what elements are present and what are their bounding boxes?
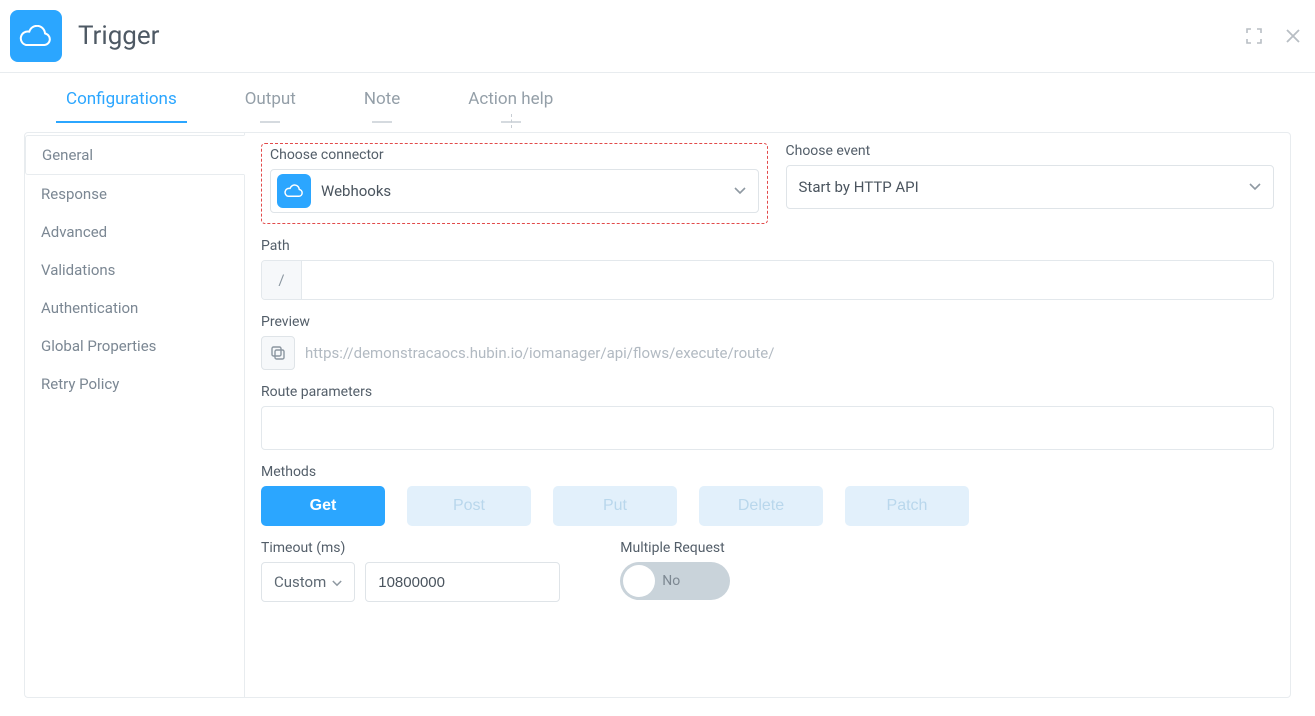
multiple-request-field: Multiple Request No bbox=[620, 540, 730, 602]
body: General Response Advanced Validations Au… bbox=[24, 132, 1291, 698]
timeout-field: Timeout (ms) Custom bbox=[261, 540, 560, 602]
connector-value: Webhooks bbox=[321, 182, 734, 200]
field-label: Path bbox=[261, 238, 1274, 254]
copy-icon bbox=[270, 345, 286, 361]
tab-note[interactable]: Note bbox=[354, 85, 410, 123]
field-label: Multiple Request bbox=[620, 540, 730, 556]
path-addon: / bbox=[262, 261, 302, 299]
tab-action-help[interactable]: Action help bbox=[458, 85, 563, 123]
field-label: Choose event bbox=[786, 143, 1275, 159]
method-put[interactable]: Put bbox=[553, 486, 677, 526]
header-actions bbox=[1245, 27, 1301, 45]
chevron-down-icon bbox=[1249, 179, 1261, 195]
tabs: Configurations Output Note Action help bbox=[0, 85, 1315, 124]
route-parameters-input[interactable] bbox=[261, 406, 1274, 450]
choose-connector-field: Choose connector Webhooks bbox=[261, 143, 768, 224]
header: Trigger bbox=[0, 0, 1315, 73]
sidebar: General Response Advanced Validations Au… bbox=[25, 133, 245, 697]
expand-icon[interactable] bbox=[1245, 27, 1263, 45]
sidebar-item-advanced[interactable]: Advanced bbox=[25, 213, 244, 251]
toggle-knob bbox=[623, 565, 655, 597]
event-select[interactable]: Start by HTTP API bbox=[786, 165, 1275, 209]
field-label: Timeout (ms) bbox=[261, 540, 560, 556]
sidebar-item-general[interactable]: General bbox=[25, 135, 245, 175]
timeout-mode-value: Custom bbox=[274, 573, 326, 591]
choose-event-field: Choose event Start by HTTP API bbox=[786, 143, 1275, 209]
event-value: Start by HTTP API bbox=[799, 178, 1250, 196]
preview-field: Preview https://demonstracaocs.hubin.io/… bbox=[261, 314, 1274, 370]
method-delete[interactable]: Delete bbox=[699, 486, 823, 526]
copy-button[interactable] bbox=[261, 336, 295, 370]
tab-label: Configurations bbox=[66, 89, 177, 109]
sidebar-item-response[interactable]: Response bbox=[25, 175, 244, 213]
cloud-icon bbox=[19, 25, 53, 47]
sidebar-item-label: General bbox=[42, 146, 93, 164]
app-cloud-icon bbox=[10, 10, 62, 62]
sidebar-item-validations[interactable]: Validations bbox=[25, 251, 244, 289]
tab-label: Action help bbox=[468, 89, 553, 109]
main-panel: Choose connector Webhooks Choose event bbox=[245, 133, 1290, 697]
path-input[interactable] bbox=[302, 261, 1273, 299]
connector-select[interactable]: Webhooks bbox=[270, 169, 759, 213]
field-label: Route parameters bbox=[261, 384, 1274, 400]
timeout-value-input[interactable] bbox=[365, 562, 560, 602]
page-title: Trigger bbox=[78, 21, 1245, 51]
close-icon[interactable] bbox=[1285, 28, 1301, 44]
preview-url: https://demonstracaocs.hubin.io/iomanage… bbox=[305, 344, 774, 362]
connector-cloud-icon bbox=[277, 174, 311, 208]
sidebar-item-label: Response bbox=[41, 185, 107, 203]
sidebar-item-global-properties[interactable]: Global Properties bbox=[25, 327, 244, 365]
tab-configurations[interactable]: Configurations bbox=[56, 85, 187, 123]
chevron-down-icon bbox=[332, 573, 342, 591]
sidebar-item-label: Authentication bbox=[41, 299, 138, 317]
multiple-request-toggle[interactable]: No bbox=[620, 562, 730, 600]
tab-label: Note bbox=[364, 89, 400, 109]
method-get[interactable]: Get bbox=[261, 486, 385, 526]
field-label: Preview bbox=[261, 314, 1274, 330]
method-post[interactable]: Post bbox=[407, 486, 531, 526]
methods-field: Methods Get Post Put Delete Patch bbox=[261, 464, 1274, 526]
path-field: Path / bbox=[261, 238, 1274, 300]
sidebar-item-label: Retry Policy bbox=[41, 375, 119, 393]
method-patch[interactable]: Patch bbox=[845, 486, 969, 526]
sidebar-item-label: Advanced bbox=[41, 223, 107, 241]
sidebar-item-retry-policy[interactable]: Retry Policy bbox=[25, 365, 244, 403]
tab-output[interactable]: Output bbox=[235, 85, 306, 123]
sidebar-item-authentication[interactable]: Authentication bbox=[25, 289, 244, 327]
sidebar-item-label: Global Properties bbox=[41, 337, 156, 355]
field-label: Choose connector bbox=[270, 147, 759, 163]
timeout-mode-select[interactable]: Custom bbox=[261, 562, 355, 602]
field-label: Methods bbox=[261, 464, 1274, 480]
chevron-down-icon bbox=[734, 183, 746, 199]
toggle-state-label: No bbox=[662, 573, 680, 589]
route-parameters-field: Route parameters bbox=[261, 384, 1274, 450]
tab-label: Output bbox=[245, 89, 296, 109]
sidebar-item-label: Validations bbox=[41, 261, 115, 279]
